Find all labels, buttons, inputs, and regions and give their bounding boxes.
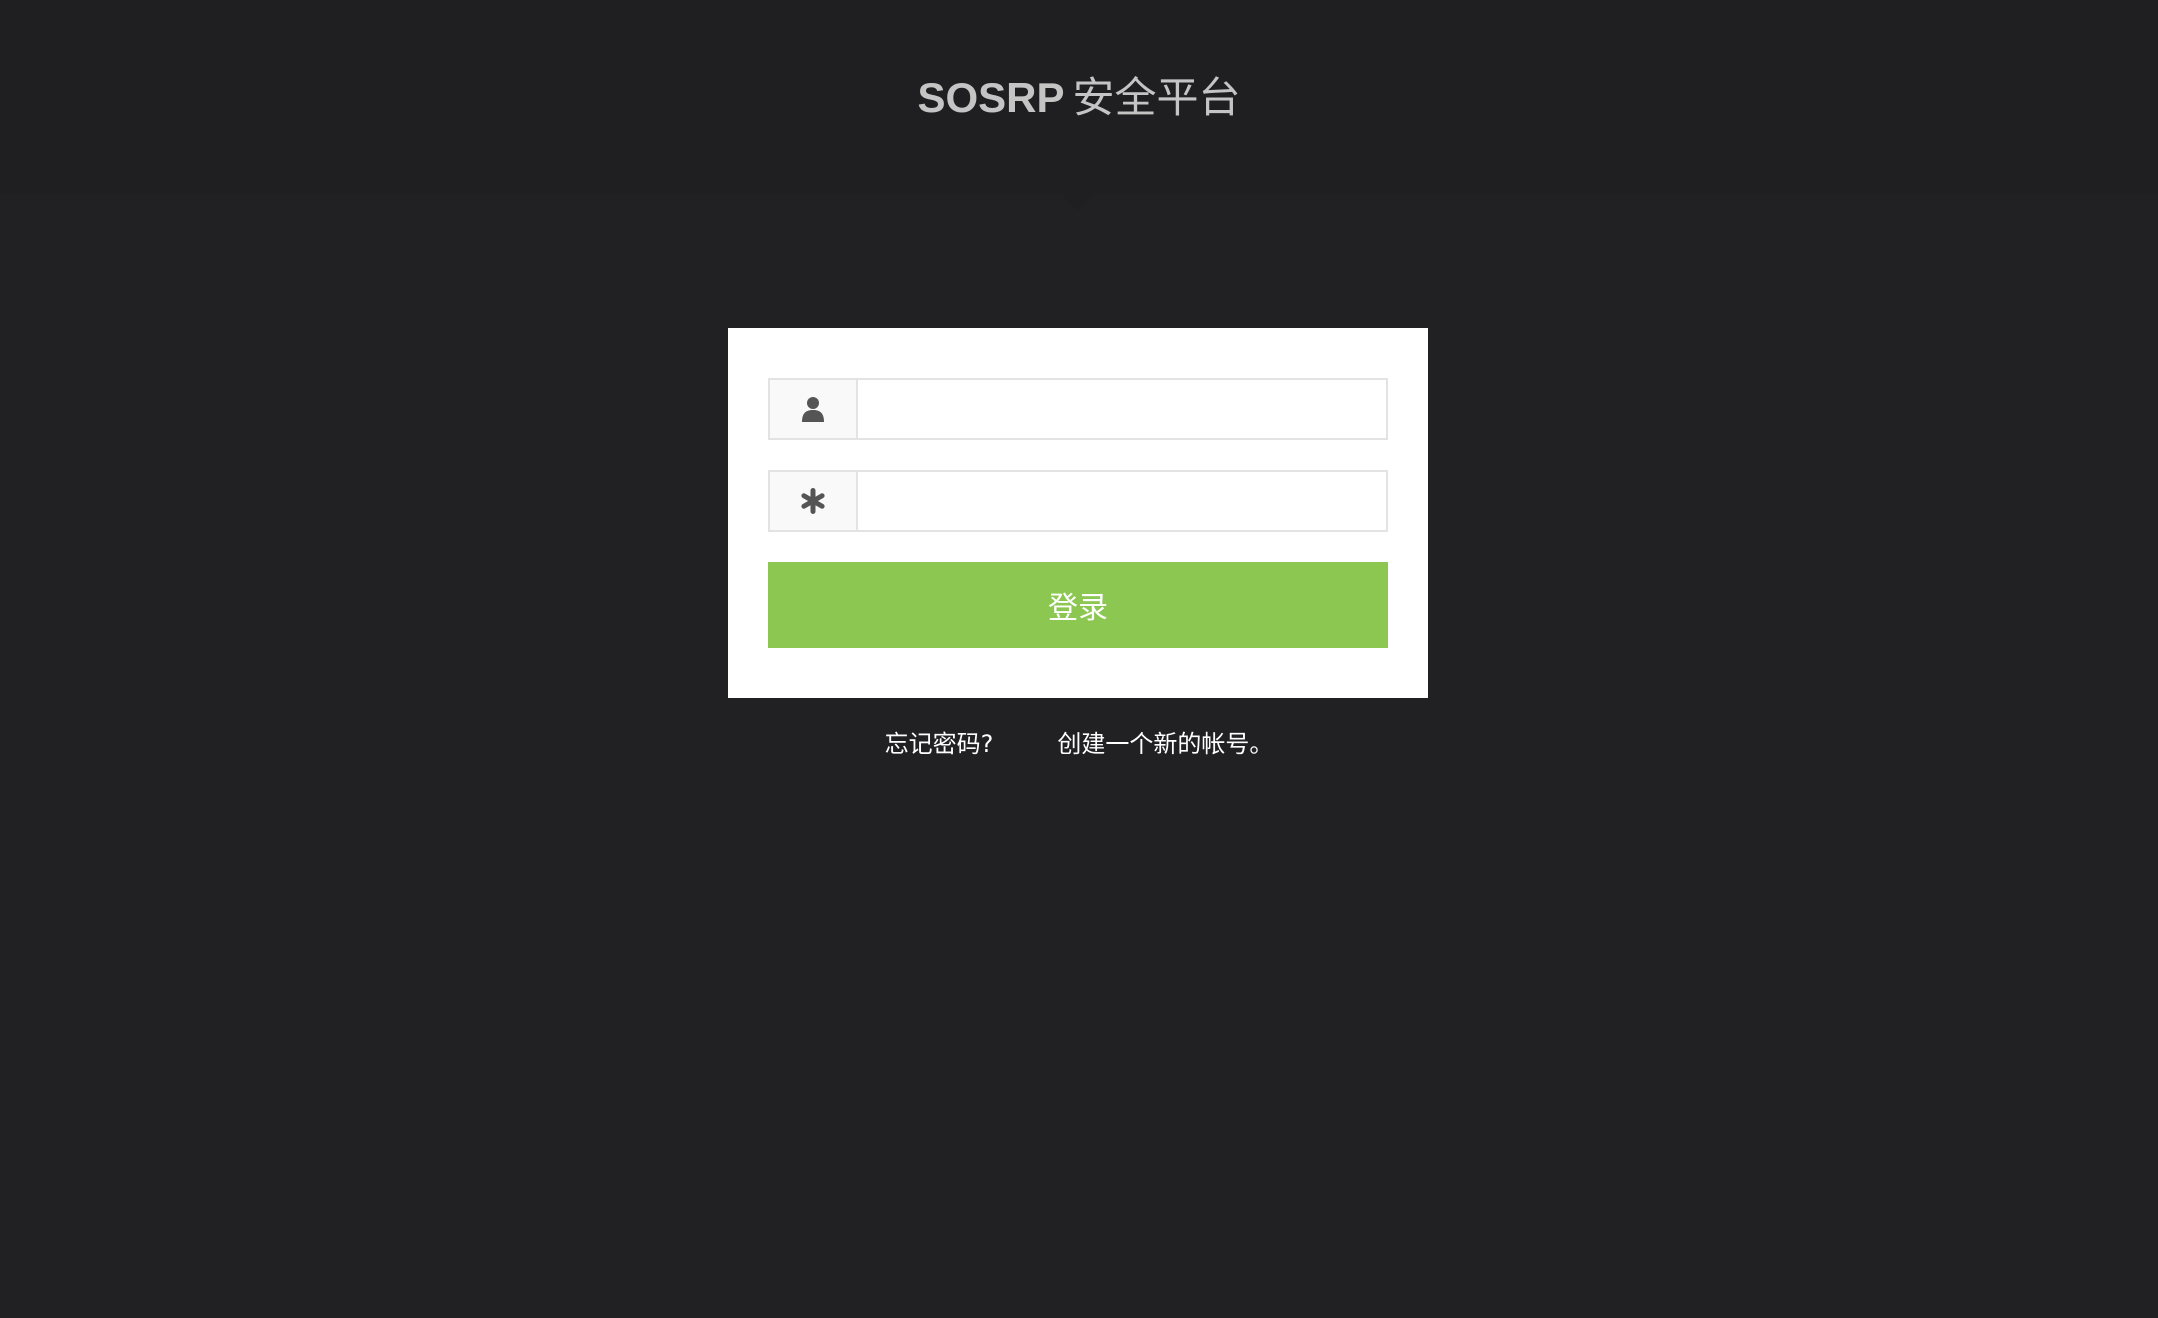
forgot-password-link[interactable]: 忘记密码? — [885, 724, 994, 764]
user-icon — [770, 380, 858, 438]
login-card: 登录 — [728, 328, 1428, 698]
header-notch — [1061, 194, 1095, 211]
username-field-group — [768, 378, 1388, 440]
create-account-link[interactable]: 创建一个新的帐号。 — [1057, 724, 1273, 764]
page-title: SOSRP 安全平台 — [0, 68, 2158, 128]
brand-subtitle: 安全平台 — [1072, 73, 1241, 122]
password-field-group — [768, 470, 1388, 532]
auth-links: 忘记密码? 创建一个新的帐号。 — [0, 724, 2158, 764]
username-input[interactable] — [858, 380, 1386, 438]
brand-name: SOSRP — [917, 74, 1065, 121]
login-button[interactable]: 登录 — [768, 562, 1388, 648]
password-input[interactable] — [858, 472, 1386, 530]
asterisk-icon — [770, 472, 858, 530]
